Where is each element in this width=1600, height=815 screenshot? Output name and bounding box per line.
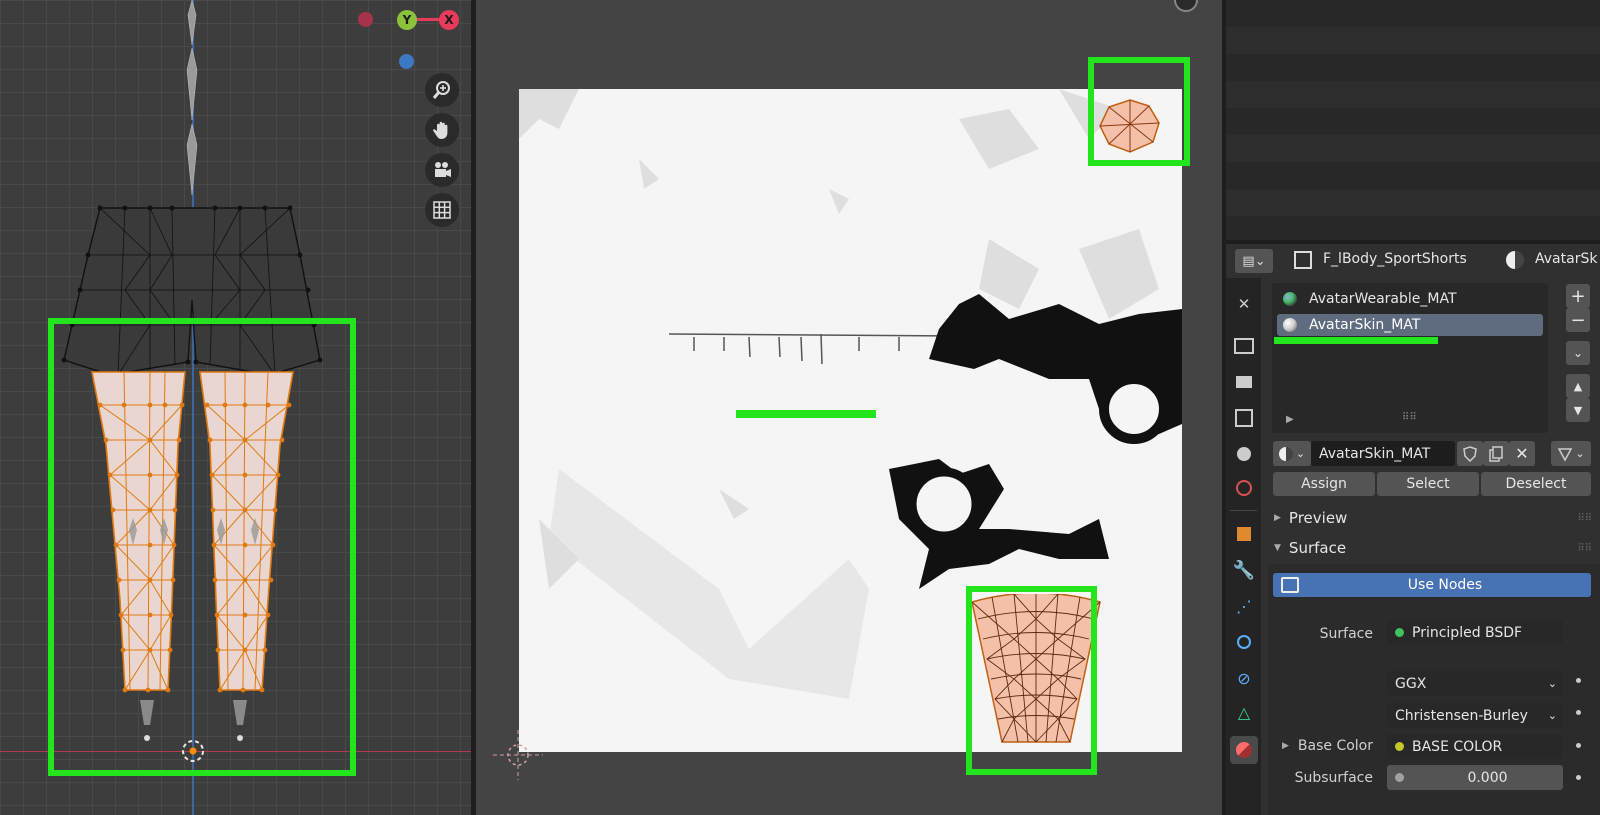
editor-type-dropdown[interactable]: ▤⌄ bbox=[1235, 249, 1273, 273]
drag-handle-icon[interactable]: ⠿⠿ bbox=[1577, 513, 1592, 524]
properties-editor[interactable]: ▤⌄ F_lBody_SportShorts AvatarSk ✕ 🔧 ⋰ ⊘ … bbox=[1226, 244, 1600, 815]
modifier-tab-icon[interactable]: 🔧 bbox=[1232, 558, 1256, 582]
material-sphere-icon bbox=[1283, 318, 1297, 332]
subsurface-value: 0.000 bbox=[1467, 769, 1508, 786]
object-tab-icon[interactable] bbox=[1232, 522, 1256, 546]
remove-slot-button[interactable]: − bbox=[1566, 308, 1590, 332]
surface-panel-header[interactable]: ▼ Surface ⠿⠿ bbox=[1268, 534, 1600, 562]
constraints-tab-icon[interactable]: ⊘ bbox=[1232, 666, 1256, 690]
color-socket-icon bbox=[1395, 742, 1404, 751]
use-nodes-button[interactable]: Use Nodes bbox=[1273, 573, 1591, 597]
highlight-underline-seam bbox=[736, 410, 876, 418]
value-socket-icon bbox=[1395, 773, 1404, 782]
scene-tab-icon[interactable] bbox=[1232, 442, 1256, 466]
fake-user-button[interactable] bbox=[1457, 441, 1483, 466]
new-material-button[interactable] bbox=[1483, 441, 1509, 466]
viewport-3d[interactable]: Y X bbox=[0, 0, 471, 815]
outliner[interactable] bbox=[1226, 0, 1600, 240]
expand-arrow-icon: ▼ bbox=[1274, 543, 1281, 553]
shader-socket-icon bbox=[1395, 628, 1404, 637]
output-tab-icon[interactable] bbox=[1232, 370, 1256, 394]
unlink-material-button[interactable]: ✕ bbox=[1509, 441, 1535, 466]
browse-material-button[interactable]: ⌄ bbox=[1273, 441, 1311, 466]
material-icon bbox=[1506, 251, 1524, 269]
overlay-toggle-icon[interactable] bbox=[1174, 0, 1198, 12]
material-breadcrumb[interactable]: AvatarSk bbox=[1535, 251, 1597, 267]
material-slot-label: AvatarWearable_MAT bbox=[1309, 291, 1457, 307]
move-slot-down-button[interactable]: ▼ bbox=[1566, 398, 1590, 422]
material-sphere-icon bbox=[1283, 292, 1297, 306]
surface-shader-field[interactable]: Principled BSDF bbox=[1387, 620, 1563, 645]
distribution-decorator-dot[interactable] bbox=[1576, 678, 1581, 683]
material-slot-1[interactable]: AvatarSkin_MAT bbox=[1277, 314, 1543, 336]
properties-tab-strip: ✕ 🔧 ⋰ ⊘ △ bbox=[1226, 278, 1261, 815]
surface-shader-value: Principled BSDF bbox=[1412, 624, 1523, 641]
surface-panel-label: Surface bbox=[1288, 539, 1347, 557]
material-slot-0[interactable]: AvatarWearable_MAT bbox=[1277, 288, 1543, 310]
add-slot-button[interactable]: + bbox=[1566, 284, 1590, 308]
move-slot-up-button[interactable]: ▲ bbox=[1566, 374, 1590, 398]
base-color-value: BASE COLOR bbox=[1412, 738, 1503, 755]
highlight-box-cap bbox=[1088, 57, 1190, 166]
subsurface-field[interactable]: 0.000 bbox=[1387, 765, 1563, 790]
collapse-arrow-icon: ▶ bbox=[1274, 513, 1281, 523]
use-nodes-label: Use Nodes bbox=[1407, 577, 1483, 593]
base-color-decorator-dot[interactable] bbox=[1576, 743, 1581, 748]
subsurface-method-dropdown[interactable]: Christensen-Burley ⌄ bbox=[1387, 703, 1563, 728]
duplicate-icon bbox=[1489, 445, 1503, 462]
material-icon bbox=[1278, 446, 1293, 461]
chevron-down-icon: ⌄ bbox=[1547, 709, 1557, 722]
mesh-link-icon bbox=[1558, 447, 1573, 462]
uv-editor[interactable] bbox=[476, 0, 1222, 815]
properties-editor-icon: ▤⌄ bbox=[1242, 253, 1266, 269]
slot-specials-button[interactable]: ⌄ bbox=[1566, 341, 1590, 365]
object-name[interactable]: F_lBody_SportShorts bbox=[1323, 251, 1467, 267]
base-color-label: Base Color bbox=[1297, 738, 1373, 754]
surface-label: Surface bbox=[1319, 626, 1373, 642]
link-mode-dropdown[interactable]: ⌄ bbox=[1551, 441, 1591, 466]
preview-panel-header[interactable]: ▶ Preview ⠿⠿ bbox=[1268, 504, 1600, 532]
assign-button[interactable]: Assign bbox=[1273, 472, 1375, 496]
preview-label: Preview bbox=[1288, 509, 1348, 527]
select-button[interactable]: Select bbox=[1377, 472, 1479, 496]
base-color-field[interactable]: BASE COLOR bbox=[1387, 734, 1563, 759]
render-tab-icon[interactable] bbox=[1232, 334, 1256, 358]
physics-tab-icon[interactable] bbox=[1232, 630, 1256, 654]
subsurface-method-decorator-dot[interactable] bbox=[1576, 710, 1581, 715]
node-tree-icon bbox=[1281, 577, 1299, 593]
world-tab-icon[interactable] bbox=[1232, 476, 1256, 500]
data-tab-icon[interactable]: △ bbox=[1232, 700, 1256, 724]
subsurface-decorator-dot[interactable] bbox=[1576, 775, 1581, 780]
shield-icon bbox=[1463, 445, 1477, 462]
2d-cursor[interactable] bbox=[488, 725, 548, 785]
deselect-button[interactable]: Deselect bbox=[1481, 472, 1591, 496]
list-expand-icon[interactable]: ▶ bbox=[1286, 414, 1294, 425]
drag-handle-icon[interactable]: ⠿⠿ bbox=[1577, 543, 1592, 554]
material-slot-label: AvatarSkin_MAT bbox=[1309, 317, 1421, 333]
view-layer-tab-icon[interactable] bbox=[1232, 406, 1256, 430]
particles-tab-icon[interactable]: ⋰ bbox=[1232, 594, 1256, 618]
highlight-box-leg-island bbox=[966, 586, 1097, 775]
material-name-text: AvatarSkin_MAT bbox=[1319, 445, 1431, 462]
chevron-down-icon: ⌄ bbox=[1547, 677, 1557, 690]
tool-tab-icon[interactable]: ✕ bbox=[1232, 292, 1256, 316]
subsurface-label: Subsurface bbox=[1294, 770, 1373, 786]
list-resize-grip-icon[interactable]: ⠿⠿ bbox=[1402, 412, 1417, 423]
distribution-dropdown[interactable]: GGX ⌄ bbox=[1387, 671, 1563, 696]
object-icon bbox=[1294, 251, 1312, 269]
highlight-underline-slot bbox=[1274, 337, 1438, 344]
material-name-field[interactable]: AvatarSkin_MAT bbox=[1311, 441, 1455, 466]
distribution-value: GGX bbox=[1395, 675, 1427, 692]
material-tab-icon[interactable] bbox=[1230, 736, 1258, 764]
subsurface-method-value: Christensen-Burley bbox=[1395, 707, 1528, 724]
highlight-box-legs bbox=[48, 318, 356, 776]
